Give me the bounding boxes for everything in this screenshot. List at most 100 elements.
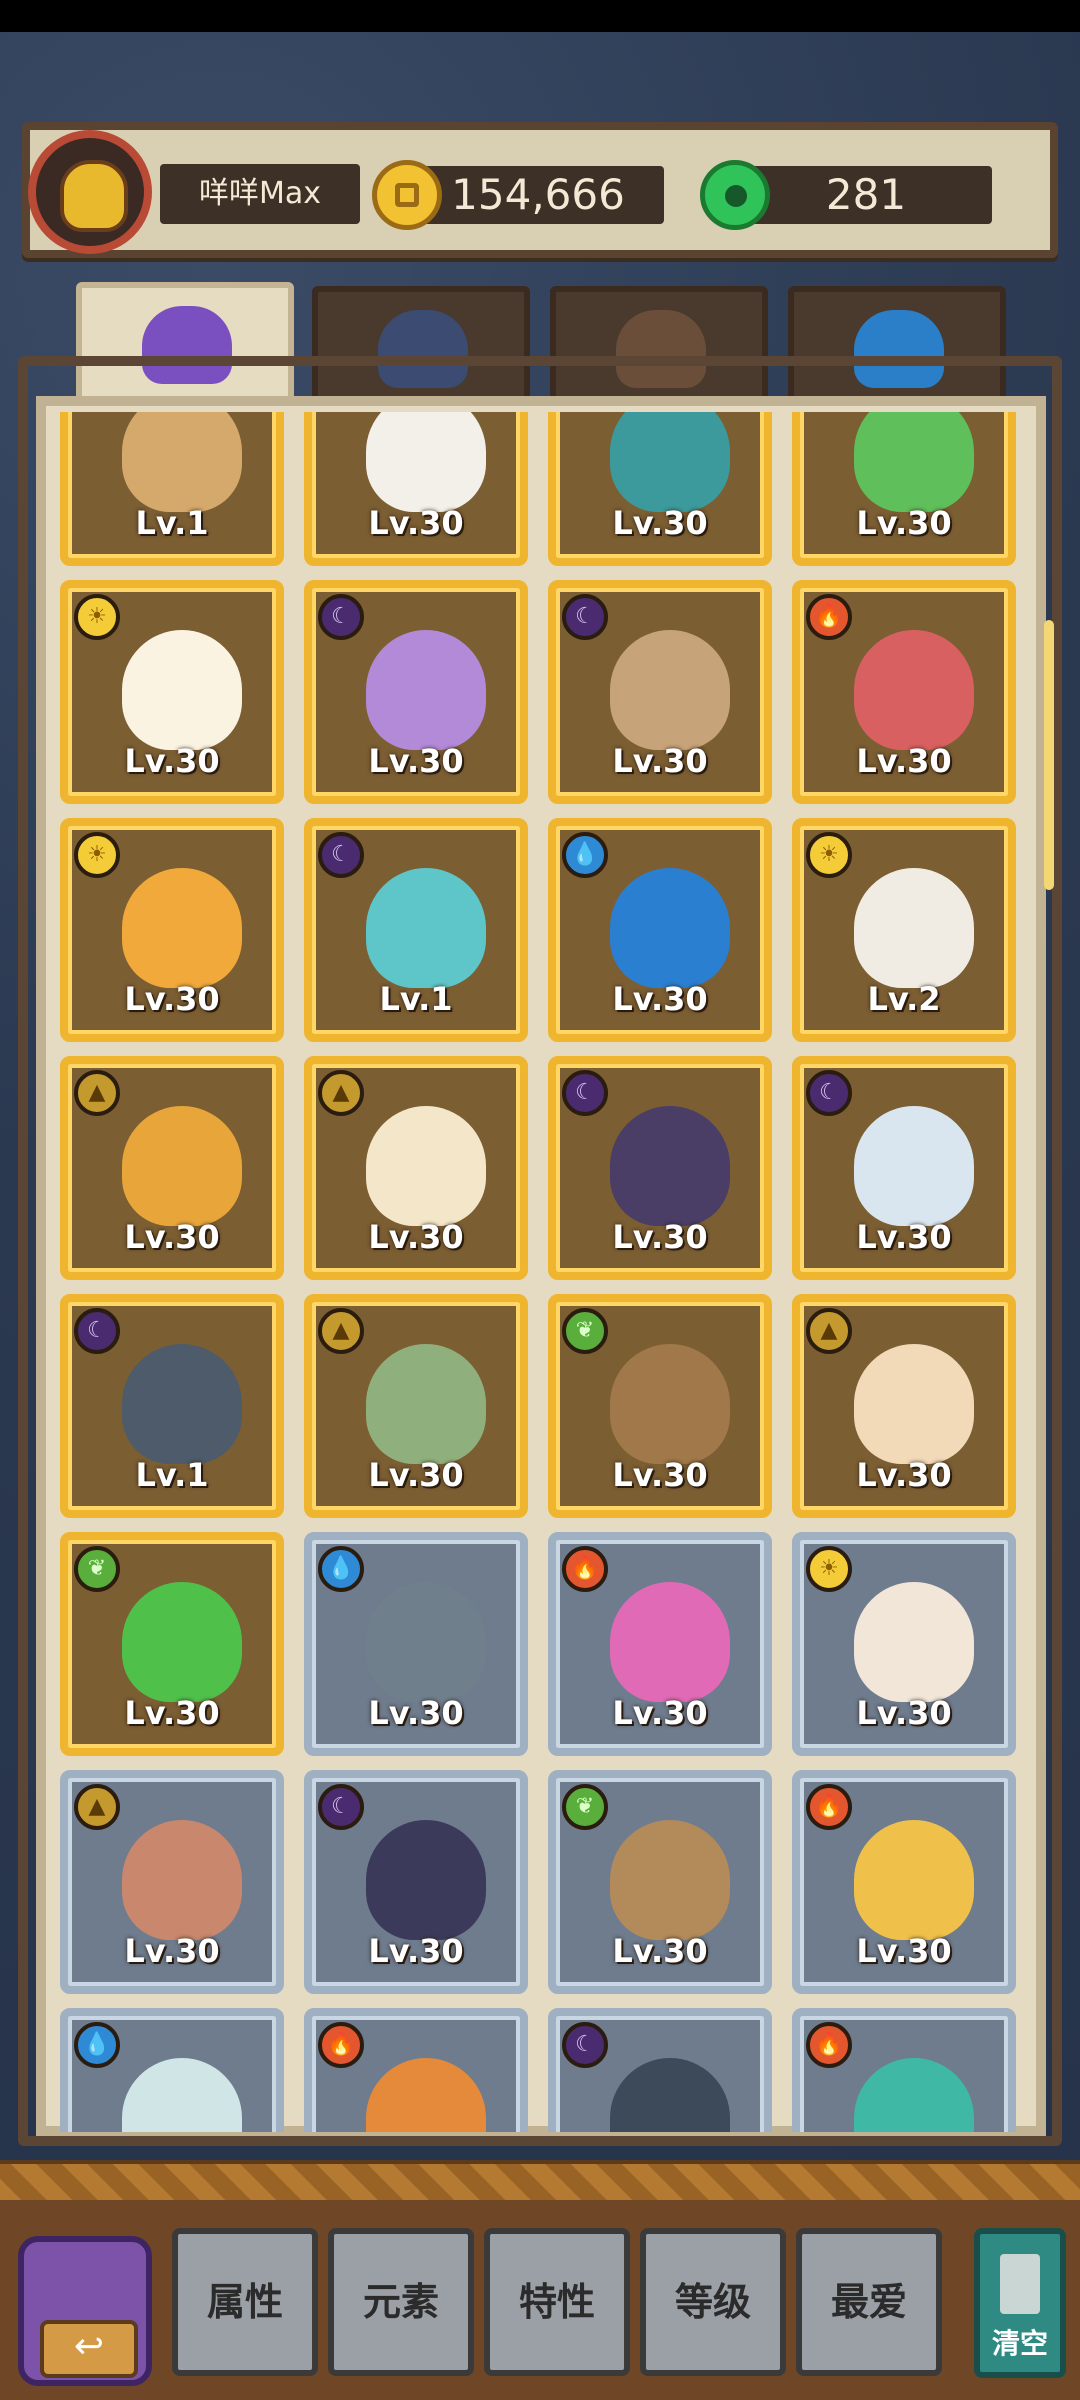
monster-card[interactable]: 💧 Lv.30 bbox=[548, 818, 772, 1042]
monster-portrait-icon bbox=[854, 412, 974, 512]
monster-card[interactable]: ☀ Lv.30 bbox=[792, 1532, 1016, 1756]
light-element-icon: ☀ bbox=[74, 594, 120, 640]
gem-count: 281 bbox=[740, 166, 992, 224]
monster-portrait-icon bbox=[366, 868, 486, 988]
monster-level: Lv.30 bbox=[856, 504, 952, 542]
fire-element-icon: 🔥 bbox=[562, 1546, 608, 1592]
monster-portrait-icon bbox=[366, 1106, 486, 1226]
wood-element-icon: ❦ bbox=[562, 1784, 608, 1830]
monster-portrait-icon bbox=[854, 1106, 974, 1226]
monster-card[interactable]: 🔥 Lv.30 bbox=[792, 580, 1016, 804]
monster-level: Lv.30 bbox=[124, 1694, 220, 1732]
monster-level: Lv.30 bbox=[368, 1694, 464, 1732]
monster-card[interactable]: 🔥 bbox=[304, 2008, 528, 2132]
monster-card[interactable]: ❦ Lv.30 bbox=[60, 1532, 284, 1756]
back-button[interactable]: ↩ bbox=[18, 2236, 152, 2386]
monster-level: Lv.30 bbox=[612, 1694, 708, 1732]
monster-portrait-icon bbox=[366, 1582, 486, 1702]
monster-card[interactable]: ☀ Lv.30 bbox=[60, 818, 284, 1042]
dark-element-icon: ☾ bbox=[562, 2022, 608, 2068]
filter-level-button[interactable]: 等级 bbox=[640, 2228, 786, 2376]
monster-card[interactable]: ☀ Lv.2 bbox=[792, 818, 1016, 1042]
monster-portrait-icon bbox=[610, 2058, 730, 2132]
monster-portrait-icon bbox=[854, 2058, 974, 2132]
monster-level: Lv.30 bbox=[612, 1932, 708, 1970]
monster-level: Lv.30 bbox=[612, 1218, 708, 1256]
wood-divider bbox=[0, 2160, 1080, 2204]
monster-portrait-icon bbox=[122, 868, 242, 988]
monster-portrait-icon bbox=[366, 630, 486, 750]
monster-card[interactable]: Lv.1 bbox=[60, 412, 284, 566]
monster-portrait-icon bbox=[610, 1820, 730, 1940]
monster-card[interactable]: Lv.30 bbox=[304, 412, 528, 566]
earth-element-icon: ▲ bbox=[74, 1784, 120, 1830]
monster-level: Lv.30 bbox=[368, 1456, 464, 1494]
monster-card[interactable]: ☾ Lv.30 bbox=[548, 580, 772, 804]
avatar-character-icon bbox=[60, 160, 128, 232]
monster-level: Lv.30 bbox=[124, 1218, 220, 1256]
monster-card[interactable]: ❦ Lv.30 bbox=[548, 1770, 772, 1994]
monster-card[interactable]: ▲ Lv.30 bbox=[304, 1056, 528, 1280]
filter-trait-button[interactable]: 特性 bbox=[484, 2228, 630, 2376]
monster-portrait-icon bbox=[854, 630, 974, 750]
monster-level: Lv.30 bbox=[856, 1456, 952, 1494]
earth-element-icon: ▲ bbox=[806, 1308, 852, 1354]
monster-card[interactable]: 🔥 bbox=[792, 2008, 1016, 2132]
filter-element-button[interactable]: 元素 bbox=[328, 2228, 474, 2376]
player-avatar[interactable] bbox=[28, 130, 152, 254]
monster-level: Lv.30 bbox=[856, 1694, 952, 1732]
monster-level: Lv.1 bbox=[135, 504, 209, 542]
monster-level: Lv.30 bbox=[368, 504, 464, 542]
light-element-icon: ☀ bbox=[74, 832, 120, 878]
monster-portrait-icon bbox=[122, 1106, 242, 1226]
dark-element-icon: ☾ bbox=[318, 1784, 364, 1830]
monster-level: Lv.30 bbox=[612, 504, 708, 542]
back-arrow-icon: ↩ bbox=[40, 2320, 138, 2378]
dark-element-icon: ☾ bbox=[562, 594, 608, 640]
monster-portrait-icon bbox=[122, 1344, 242, 1464]
monster-portrait-icon bbox=[610, 868, 730, 988]
monster-card[interactable]: 💧 bbox=[60, 2008, 284, 2132]
monster-portrait-icon bbox=[122, 630, 242, 750]
monster-portrait-icon bbox=[854, 1820, 974, 1940]
monster-card[interactable]: ▲ Lv.30 bbox=[792, 1294, 1016, 1518]
light-element-icon: ☀ bbox=[806, 832, 852, 878]
filter-favorite-button[interactable]: 最爱 bbox=[796, 2228, 942, 2376]
monster-card[interactable]: ☾ bbox=[548, 2008, 772, 2132]
filter-attribute-button[interactable]: 属性 bbox=[172, 2228, 318, 2376]
monster-card[interactable]: ▲ Lv.30 bbox=[60, 1770, 284, 1994]
monster-level: Lv.30 bbox=[368, 1932, 464, 1970]
wood-element-icon: ❦ bbox=[74, 1546, 120, 1592]
wood-element-icon: ❦ bbox=[562, 1308, 608, 1354]
monster-card[interactable]: 🔥 Lv.30 bbox=[792, 1770, 1016, 1994]
dark-element-icon: ☾ bbox=[806, 1070, 852, 1116]
scrollbar[interactable] bbox=[1044, 620, 1054, 890]
monster-level: Lv.2 bbox=[867, 980, 941, 1018]
monster-card[interactable]: ❦ Lv.30 bbox=[548, 1294, 772, 1518]
monster-card[interactable]: ☾ Lv.1 bbox=[60, 1294, 284, 1518]
monster-card[interactable]: ☾ Lv.30 bbox=[548, 1056, 772, 1280]
monster-grid[interactable]: Lv.1 Lv.30 Lv.30 Lv.30 ☀ Lv.30 ☾ Lv.30 ☾ Lv.30 🔥 Lv… bbox=[60, 412, 1020, 2132]
dark-element-icon: ☾ bbox=[318, 594, 364, 640]
monster-portrait-icon bbox=[610, 1344, 730, 1464]
monster-level: Lv.30 bbox=[368, 742, 464, 780]
monster-card[interactable]: ☾ Lv.30 bbox=[304, 1770, 528, 1994]
dark-element-icon: ☾ bbox=[318, 832, 364, 878]
monster-level: Lv.1 bbox=[135, 1456, 209, 1494]
monster-level: Lv.30 bbox=[124, 980, 220, 1018]
monster-card[interactable]: ☾ Lv.1 bbox=[304, 818, 528, 1042]
monster-card[interactable]: 💧 Lv.30 bbox=[304, 1532, 528, 1756]
monster-card[interactable]: ▲ Lv.30 bbox=[60, 1056, 284, 1280]
clear-button[interactable]: 清空 bbox=[974, 2228, 1066, 2378]
monster-portrait-icon bbox=[610, 1106, 730, 1226]
monster-level: Lv.1 bbox=[379, 980, 453, 1018]
monster-level: Lv.30 bbox=[124, 742, 220, 780]
monster-portrait-icon bbox=[122, 1582, 242, 1702]
monster-card[interactable]: ☀ Lv.30 bbox=[60, 580, 284, 804]
monster-card[interactable]: ☾ Lv.30 bbox=[304, 580, 528, 804]
monster-card[interactable]: ☾ Lv.30 bbox=[792, 1056, 1016, 1280]
monster-card[interactable]: Lv.30 bbox=[792, 412, 1016, 566]
monster-card[interactable]: ▲ Lv.30 bbox=[304, 1294, 528, 1518]
monster-card[interactable]: 🔥 Lv.30 bbox=[548, 1532, 772, 1756]
monster-card[interactable]: Lv.30 bbox=[548, 412, 772, 566]
